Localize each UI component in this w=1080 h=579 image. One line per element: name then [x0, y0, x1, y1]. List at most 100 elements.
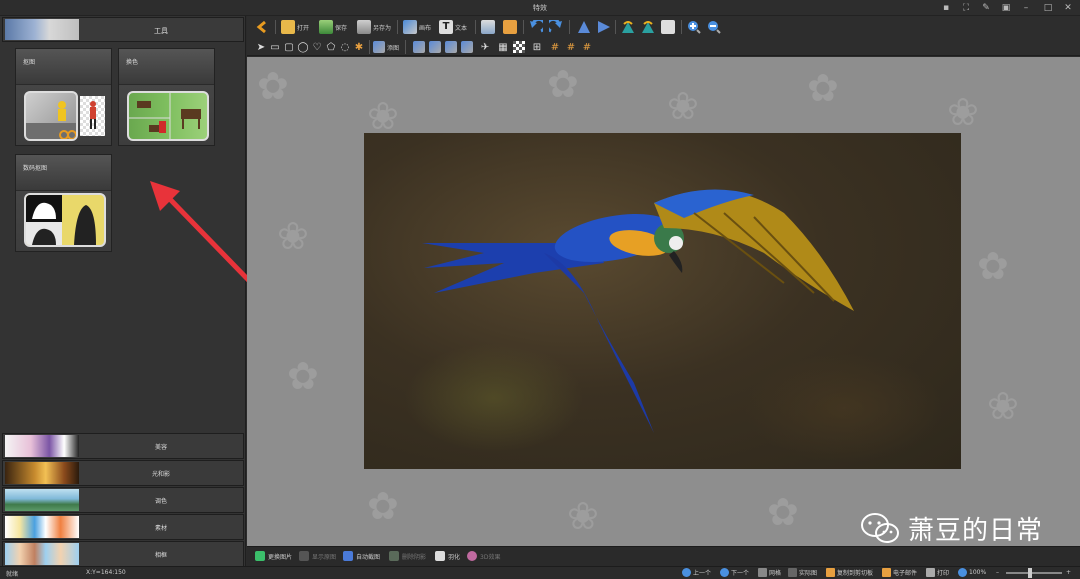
card-recolor[interactable]: 换色 [118, 48, 215, 146]
effect-materials[interactable]: 素材 [2, 514, 244, 540]
feather-button[interactable]: 羽化 [435, 551, 460, 561]
fullscreen-icon[interactable]: ⛶ [960, 2, 972, 14]
ellipse-select-icon[interactable]: ◯ [297, 41, 309, 53]
add-image-button[interactable]: 添图 [373, 39, 399, 55]
flip-horizontal-icon [598, 21, 610, 33]
zoom-display: 100% [958, 568, 986, 577]
pointer-tool-icon[interactable]: ➤ [255, 41, 267, 53]
open-button[interactable]: 打开 [281, 19, 309, 35]
flower-pattern-icon: ❀ [367, 94, 399, 138]
show-original-button[interactable]: 显示原图 [299, 551, 336, 561]
transparency-icon[interactable] [513, 41, 525, 53]
text-button[interactable]: T 文本 [439, 19, 467, 35]
canvas-button[interactable]: 画布 [403, 19, 431, 35]
rounded-rect-select-icon[interactable]: ▢ [283, 41, 295, 53]
layer-icon-4[interactable] [461, 41, 473, 53]
feather-icon [435, 551, 445, 561]
rect-select-icon[interactable]: ▭ [269, 41, 281, 53]
email-status-button[interactable]: 电子邮件 [882, 568, 917, 577]
replace-image-label: 更换图片 [268, 553, 293, 561]
effect-frame[interactable]: 相框 [2, 541, 244, 567]
card-cutout[interactable]: 抠图 [15, 48, 112, 146]
print-button[interactable] [481, 19, 495, 35]
close-icon[interactable]: ✕ [1062, 2, 1074, 14]
next-button[interactable]: 下一个 [720, 568, 749, 577]
effect-frame-label: 相框 [154, 552, 167, 559]
tool-header[interactable]: 工具 [2, 17, 244, 42]
zoom-in-small-icon[interactable]: + [1066, 569, 1071, 576]
parrot-photo[interactable] [364, 133, 961, 469]
zoom-in-button[interactable] [687, 19, 701, 35]
redo-button[interactable] [549, 19, 563, 35]
prev-button[interactable]: 上一个 [682, 568, 711, 577]
card-digital-cutout[interactable]: 数码抠图 [15, 154, 112, 252]
3d-effect-label: 3D效果 [480, 553, 501, 561]
layer-icon-2[interactable] [429, 41, 441, 53]
cutout-result-thumbnail [80, 96, 105, 136]
image-canvas[interactable]: ✿ ❀ ✿ ❀ ✿ ❀ ❀ ✿ ✿ ❀ ✿ ❀ ✿ [247, 57, 1080, 546]
wechat-icon [861, 512, 899, 543]
grid-button[interactable]: 网格 [758, 568, 781, 577]
text-label: 文本 [455, 24, 468, 32]
save-button[interactable]: 保存 [319, 19, 347, 35]
effect-light-shadow-label: 光和影 [151, 471, 170, 478]
back-button[interactable] [255, 19, 269, 35]
effect-color-tone-label: 调色 [154, 498, 167, 505]
card-cutout-label: 抠图 [23, 59, 36, 66]
magic-wand-icon[interactable]: ✱ [353, 41, 365, 53]
zoom-slider-track[interactable] [1006, 572, 1062, 574]
zoom-out-button[interactable] [707, 19, 721, 35]
zoom-slider-thumb[interactable] [1028, 568, 1032, 578]
maximize-icon[interactable]: □ [1042, 2, 1054, 14]
auto-crop-icon [343, 551, 353, 561]
status-ready: 就绪 [6, 571, 19, 578]
flip-horizontal-button[interactable] [597, 19, 611, 35]
effect-color-tone[interactable]: 调色 [2, 487, 244, 513]
email-button[interactable] [503, 19, 517, 35]
flower-pattern-icon: ✿ [367, 484, 399, 528]
magnifier-icon [958, 568, 967, 577]
minimize-icon[interactable]: – [1020, 2, 1032, 14]
hash-grid-icon-1[interactable]: # [549, 41, 561, 53]
layer-icon-3[interactable] [445, 41, 457, 53]
3d-effect-button[interactable]: 3D效果 [467, 551, 500, 561]
flower-pattern-icon: ❀ [987, 384, 1019, 428]
flower-pattern-icon: ❀ [667, 84, 699, 128]
copy-clipboard-button[interactable]: 复制到剪切板 [826, 568, 873, 577]
polygon-select-icon[interactable]: ⬠ [325, 41, 337, 53]
rotate-left-button[interactable] [621, 19, 635, 35]
menu-icon[interactable]: ▣ [1000, 2, 1012, 14]
beauty-thumbnail [5, 435, 79, 457]
folder-icon [281, 20, 295, 34]
effect-light-shadow[interactable]: 光和影 [2, 460, 244, 486]
save-as-button[interactable]: 另存为 [357, 19, 391, 35]
effect-beauty[interactable]: 美容 [2, 433, 244, 459]
effect-materials-label: 素材 [154, 525, 167, 532]
layer-icon-1[interactable] [413, 41, 425, 53]
heart-icon [467, 551, 477, 561]
replace-image-button[interactable]: 更换图片 [255, 551, 292, 561]
auto-crop-button[interactable]: 自动截图 [343, 551, 380, 561]
actual-size-button[interactable]: 实际图 [788, 568, 817, 577]
open-label: 打开 [297, 24, 310, 32]
grid-icon[interactable]: ▦ [497, 41, 509, 53]
perspective-grid-icon[interactable]: ⊞ [531, 41, 543, 53]
flower-pattern-icon: ✿ [257, 64, 289, 108]
flip-vertical-button[interactable] [577, 19, 591, 35]
rotate-right-button[interactable] [641, 19, 655, 35]
zoom-out-small-icon[interactable]: – [996, 569, 999, 576]
hash-grid-icon-2[interactable]: # [565, 41, 577, 53]
share-button[interactable] [661, 19, 675, 35]
pencil-icon[interactable]: ✎ [980, 2, 992, 14]
lasso-select-icon[interactable]: ◌ [339, 41, 351, 53]
hash-grid-icon-3[interactable]: # [581, 41, 593, 53]
pin-icon[interactable]: ✈ [479, 41, 491, 53]
heart-select-icon[interactable]: ♡ [311, 41, 323, 53]
print-status-button[interactable]: 打印 [926, 568, 949, 577]
delete-shadow-icon [389, 551, 399, 561]
grid-view-icon [758, 568, 767, 577]
skin-icon[interactable]: ▪ [940, 2, 952, 14]
undo-button[interactable] [529, 19, 543, 35]
undo-icon [530, 20, 543, 33]
delete-shadow-button[interactable]: 删除阴影 [389, 551, 426, 561]
